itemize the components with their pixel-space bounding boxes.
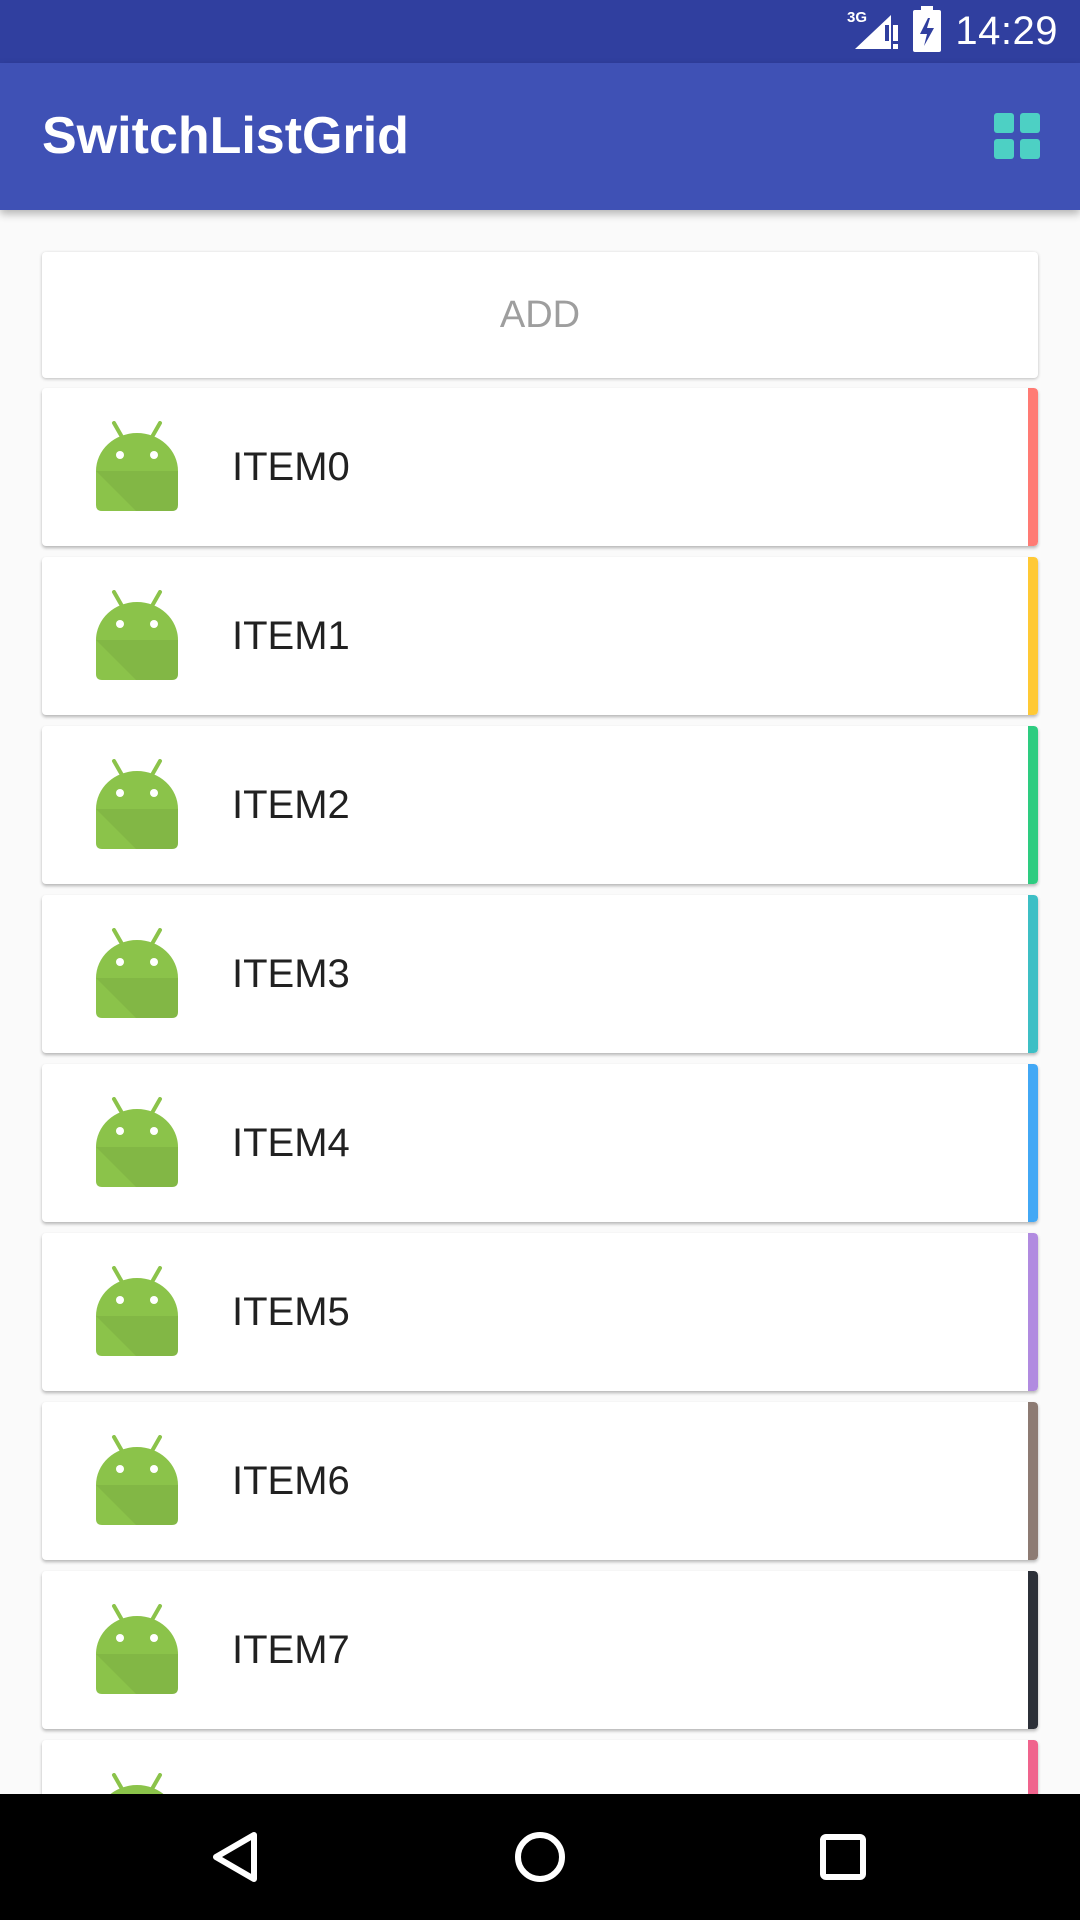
- grid-view-icon[interactable]: [994, 113, 1040, 159]
- item-list[interactable]: ITEM0 ITEM1 ITEM2 ITEM3 ITEM4 ITEM5 ITEM6 ITEM7: [42, 388, 1038, 1794]
- android-icon: [92, 1604, 182, 1694]
- android-icon: [92, 1097, 182, 1187]
- list-item[interactable]: ITEM7: [42, 1571, 1038, 1729]
- app-title: SwitchListGrid: [42, 107, 409, 165]
- android-icon: [92, 928, 182, 1018]
- list-item[interactable]: ITEM1: [42, 557, 1038, 715]
- signal-icon: 3G: [847, 7, 899, 56]
- recents-icon[interactable]: [813, 1827, 873, 1887]
- list-item-label: ITEM6: [232, 1459, 350, 1503]
- content-area[interactable]: ADD ITEM0 ITEM1 ITEM2 ITEM3 ITEM4 ITEM5 ITEM6 I…: [0, 210, 1080, 1794]
- list-item-label: ITEM4: [232, 1121, 350, 1165]
- android-icon: [92, 1266, 182, 1356]
- list-item-label: ITEM5: [232, 1290, 350, 1334]
- back-icon[interactable]: [206, 1827, 266, 1887]
- accent-bar: [1028, 1064, 1038, 1222]
- android-icon: [92, 421, 182, 511]
- grid-cell: [994, 139, 1014, 159]
- grid-cell: [1020, 113, 1040, 133]
- list-item-label: ITEM1: [232, 614, 350, 658]
- status-time: 14:29: [955, 9, 1058, 53]
- list-item[interactable]: ITEM0: [42, 388, 1038, 546]
- grid-cell: [1020, 139, 1040, 159]
- android-icon: [92, 1773, 182, 1794]
- android-icon: [92, 759, 182, 849]
- battery-icon: [913, 6, 942, 57]
- list-item[interactable]: ITEM2: [42, 726, 1038, 884]
- home-icon[interactable]: [510, 1827, 570, 1887]
- network-type-label: 3G: [847, 9, 867, 26]
- accent-bar: [1028, 1571, 1038, 1729]
- accent-bar: [1028, 557, 1038, 715]
- list-item-label: ITEM3: [232, 952, 350, 996]
- navigation-bar: [0, 1794, 1080, 1920]
- list-item[interactable]: ITEM5: [42, 1233, 1038, 1391]
- list-item[interactable]: [42, 1740, 1038, 1794]
- android-icon: [92, 1435, 182, 1525]
- list-item-label: ITEM0: [232, 445, 350, 489]
- grid-cell: [994, 113, 1014, 133]
- status-bar: 3G 14:29: [0, 0, 1080, 63]
- list-item-label: ITEM2: [232, 783, 350, 827]
- accent-bar: [1028, 726, 1038, 884]
- accent-bar: [1028, 1402, 1038, 1560]
- accent-bar: [1028, 895, 1038, 1053]
- android-icon: [92, 590, 182, 680]
- accent-bar: [1028, 1740, 1038, 1794]
- list-item[interactable]: ITEM4: [42, 1064, 1038, 1222]
- app-bar: SwitchListGrid: [0, 63, 1080, 210]
- accent-bar: [1028, 388, 1038, 546]
- accent-bar: [1028, 1233, 1038, 1391]
- list-item-label: ITEM7: [232, 1628, 350, 1672]
- add-button[interactable]: ADD: [42, 252, 1038, 378]
- list-item[interactable]: ITEM6: [42, 1402, 1038, 1560]
- status-icons: 3G 14:29: [847, 0, 1058, 63]
- list-item[interactable]: ITEM3: [42, 895, 1038, 1053]
